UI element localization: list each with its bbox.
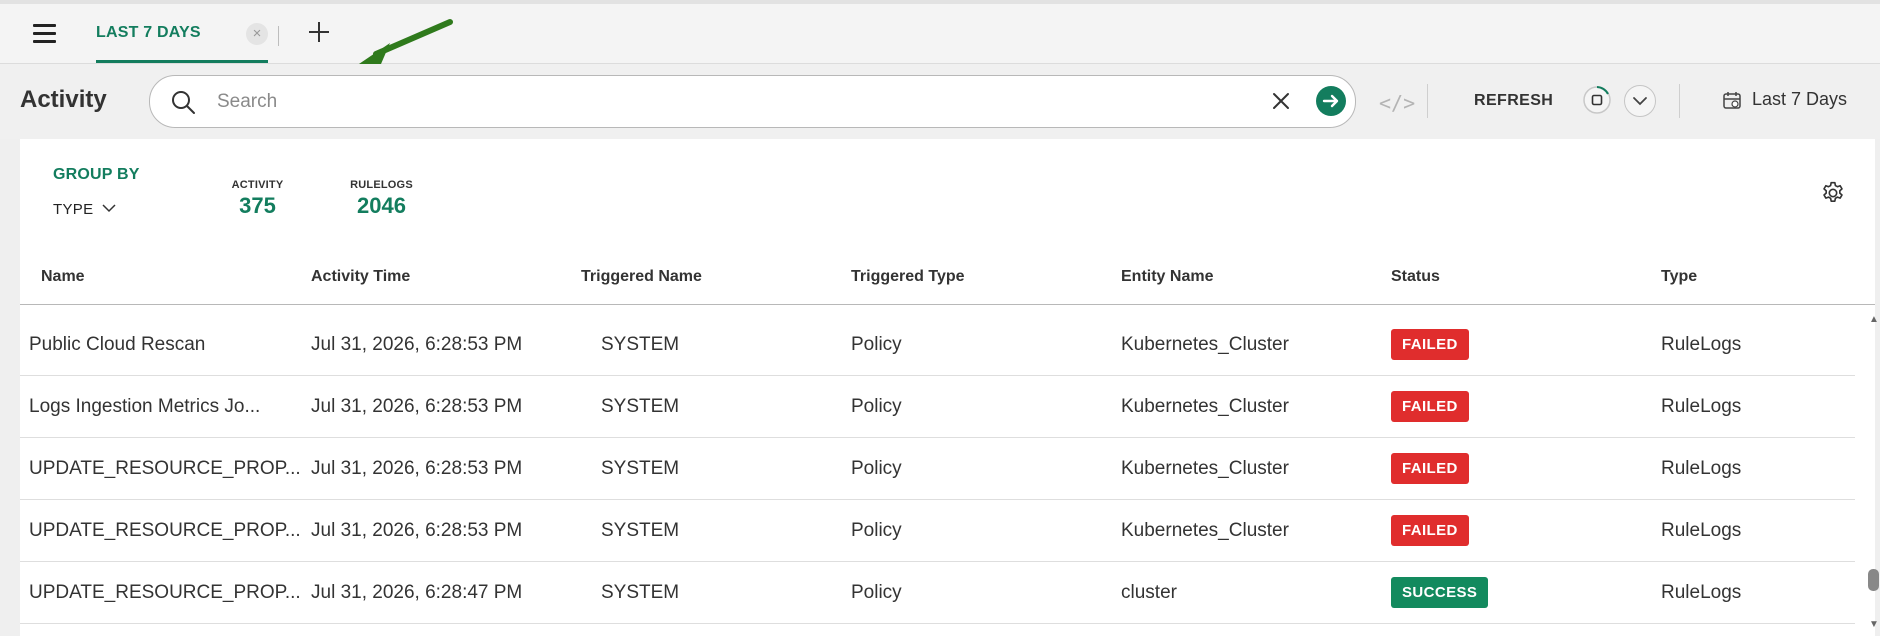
table-row[interactable]: Logs Ingestion Metrics Jo... Jul 31, 202… <box>20 376 1855 438</box>
cell-triggered-name: SYSTEM <box>601 334 680 355</box>
tab-close-icon[interactable]: × <box>246 23 268 45</box>
chevron-down-icon <box>1633 97 1647 106</box>
cell-entity-name: Kubernetes_Cluster <box>1121 458 1289 479</box>
refresh-button[interactable]: REFRESH <box>1474 92 1553 110</box>
stat-activity[interactable]: ACTIVITY 375 <box>230 179 285 219</box>
table-row[interactable]: UPDATE_RESOURCE_PROP... Jul 31, 2026, 6:… <box>20 500 1855 562</box>
code-icon[interactable]: </> <box>1379 91 1415 115</box>
refresh-dropdown[interactable] <box>1624 85 1656 117</box>
stat-label: RULELOGS <box>350 179 413 191</box>
stat-label: ACTIVITY <box>231 179 284 191</box>
cell-name: UPDATE_RESOURCE_PROP... <box>29 582 301 603</box>
scrollbar-thumb[interactable] <box>1868 569 1879 591</box>
column-header-triggered-name[interactable]: Triggered Name <box>581 268 702 286</box>
group-by-label: GROUP BY <box>53 166 140 183</box>
clear-icon[interactable] <box>1270 90 1292 112</box>
status-badge: SUCCESS <box>1391 577 1489 608</box>
cell-activity-time: Jul 31, 2026, 6:28:53 PM <box>311 334 523 355</box>
column-header-triggered-type[interactable]: Triggered Type <box>851 268 965 286</box>
page-header: Activity </> REFRESH <box>0 64 1880 139</box>
cell-name: Logs Ingestion Metrics Jo... <box>29 396 261 417</box>
row-divider <box>20 623 1855 624</box>
cell-name: UPDATE_RESOURCE_PROP... <box>29 520 301 541</box>
add-tab-plus-icon[interactable] <box>305 18 333 46</box>
cell-type: RuleLogs <box>1661 582 1742 603</box>
status-badge: FAILED <box>1391 391 1469 422</box>
header-divider <box>1679 84 1680 118</box>
cell-name: Public Cloud Rescan <box>29 334 206 355</box>
cell-triggered-name: SYSTEM <box>601 582 680 603</box>
tab-last-7-days[interactable]: LAST 7 DAYS <box>96 4 268 63</box>
table-row[interactable]: UPDATE_RESOURCE_PROP... Jul 31, 2026, 6:… <box>20 438 1855 500</box>
cell-type: RuleLogs <box>1661 520 1742 541</box>
cell-type: RuleLogs <box>1661 396 1742 417</box>
search-input[interactable] <box>215 88 1219 116</box>
tab-bar: LAST 7 DAYS × <box>0 4 1880 66</box>
cell-triggered-type: Policy <box>851 334 902 355</box>
cell-type: RuleLogs <box>1661 458 1742 479</box>
cell-triggered-type: Policy <box>851 458 902 479</box>
table-row[interactable]: Public Cloud Rescan Jul 31, 2026, 6:28:5… <box>20 314 1855 376</box>
scroll-down-arrow[interactable]: ▼ <box>1869 619 1879 630</box>
tab-label: LAST 7 DAYS <box>96 24 201 41</box>
table-row[interactable]: UPDATE_RESOURCE_PROP... Jul 31, 2026, 6:… <box>20 562 1855 624</box>
date-range-label: Last 7 Days <box>1752 89 1848 109</box>
stat-value: 375 <box>239 193 276 218</box>
group-by-value: TYPE <box>53 201 94 218</box>
cell-triggered-type: Policy <box>851 396 902 417</box>
group-by-dropdown[interactable]: TYPE <box>53 201 117 219</box>
activity-panel: GROUP BY TYPE ACTIVITY 375 RULELOGS 2046… <box>20 139 1879 636</box>
column-header-status[interactable]: Status <box>1391 268 1440 286</box>
cell-activity-time: Jul 31, 2026, 6:28:53 PM <box>311 458 523 479</box>
search-submit-button[interactable] <box>1316 86 1346 116</box>
cell-triggered-type: Policy <box>851 582 902 603</box>
stat-rulelogs[interactable]: RULELOGS 2046 <box>350 179 413 219</box>
cell-activity-time: Jul 31, 2026, 6:28:53 PM <box>311 396 523 417</box>
menu-icon[interactable] <box>33 24 56 44</box>
header-divider <box>1427 84 1428 118</box>
status-badge: FAILED <box>1391 453 1469 484</box>
cell-entity-name: Kubernetes_Cluster <box>1121 520 1289 541</box>
cell-triggered-name: SYSTEM <box>601 520 680 541</box>
cell-activity-time: Jul 31, 2026, 6:28:47 PM <box>311 582 523 603</box>
cell-name: UPDATE_RESOURCE_PROP... <box>29 458 301 479</box>
search-icon <box>172 91 195 114</box>
column-header-name[interactable]: Name <box>41 268 85 286</box>
column-header-entity-name[interactable]: Entity Name <box>1121 268 1213 286</box>
stat-value: 2046 <box>357 193 406 218</box>
cell-triggered-type: Policy <box>851 520 902 541</box>
status-badge: FAILED <box>1391 329 1469 360</box>
header-divider <box>20 304 1875 305</box>
search-bar[interactable] <box>149 75 1356 128</box>
tab-divider <box>278 26 279 46</box>
column-header-type[interactable]: Type <box>1661 268 1697 286</box>
cell-entity-name: Kubernetes_Cluster <box>1121 396 1289 417</box>
cell-entity-name: Kubernetes_Cluster <box>1121 334 1289 355</box>
tab-active-indicator <box>96 60 268 63</box>
arrow-right-icon <box>1322 94 1339 108</box>
cell-type: RuleLogs <box>1661 334 1742 355</box>
auto-refresh-icon[interactable] <box>1582 85 1612 115</box>
cell-triggered-name: SYSTEM <box>601 458 680 479</box>
cell-activity-time: Jul 31, 2026, 6:28:53 PM <box>311 520 523 541</box>
scroll-up-arrow[interactable]: ▲ <box>1869 314 1879 325</box>
chevron-down-icon <box>102 204 116 213</box>
gear-icon[interactable] <box>1820 180 1846 206</box>
page-title: Activity <box>20 86 107 113</box>
status-badge: FAILED <box>1391 515 1469 546</box>
arrow-annotation <box>356 19 453 66</box>
cell-entity-name: cluster <box>1121 582 1177 603</box>
cell-triggered-name: SYSTEM <box>601 396 680 417</box>
column-header-activity-time[interactable]: Activity Time <box>311 268 410 286</box>
calendar-icon <box>1723 92 1741 109</box>
